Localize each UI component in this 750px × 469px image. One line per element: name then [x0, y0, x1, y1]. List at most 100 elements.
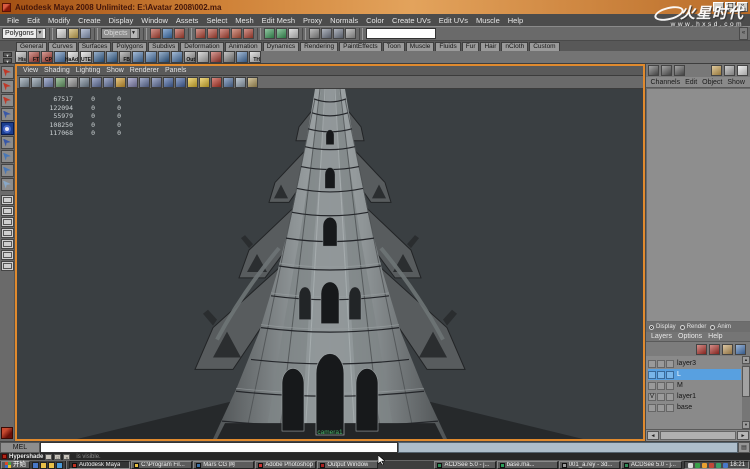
snap-point-icon[interactable] — [219, 28, 230, 39]
textured-icon[interactable] — [187, 77, 198, 88]
history-shelf-icon[interactable]: His — [15, 51, 27, 63]
title-bar[interactable]: Autodesk Maya 2008 Unlimited: E:\Avatar … — [0, 0, 750, 14]
viewport-canvas[interactable]: 6751700 12209400 5597900 10825000 117068… — [17, 89, 643, 439]
snap-curve-icon[interactable] — [207, 28, 218, 39]
volume-tray-icon[interactable] — [688, 463, 693, 468]
fb-shelf-icon[interactable]: FB — [119, 51, 131, 63]
create-layer-from-selected-icon[interactable] — [735, 344, 746, 355]
layer-visibility-checkbox[interactable]: V — [648, 393, 656, 401]
select-component-icon[interactable] — [174, 28, 185, 39]
display-mode-radio[interactable]: Display — [649, 324, 676, 330]
soft-mod-tool[interactable] — [1, 164, 14, 177]
mel-input[interactable] — [40, 442, 398, 453]
shelf-tab[interactable]: Polygons — [112, 42, 147, 51]
task-mars-cg[interactable]: Mars CG 网 — [193, 461, 254, 469]
safe-action-icon[interactable] — [139, 77, 150, 88]
msn-tray-icon[interactable] — [695, 463, 700, 468]
layer-display-type-checkbox[interactable] — [666, 382, 674, 390]
perspective-viewport[interactable]: ViewShadingLightingShowRendererPanels — [15, 64, 645, 441]
menu-item[interactable]: Select — [202, 16, 231, 25]
render-globals-icon[interactable] — [345, 28, 356, 39]
hypershade-panel-icon[interactable] — [1, 427, 13, 439]
layer-playback-checkbox[interactable] — [657, 393, 665, 401]
resolution-gate-icon[interactable] — [103, 77, 114, 88]
layer-row[interactable]: base — [648, 402, 741, 413]
shelf-tab[interactable]: Fur — [462, 42, 480, 51]
divider[interactable] — [94, 28, 98, 40]
channel-box-menu-item[interactable]: Channels — [648, 79, 683, 86]
selection-mask-dropdown[interactable]: Objects ▼ — [101, 28, 140, 39]
layer-playback-checkbox[interactable] — [657, 382, 665, 390]
minimize-button[interactable]: _ — [45, 454, 52, 460]
layer-display-type-checkbox[interactable] — [666, 360, 674, 368]
outputs-operations-icon[interactable] — [276, 28, 287, 39]
shelf-tab[interactable]: Animation — [225, 42, 262, 51]
film-gate-icon[interactable] — [91, 77, 102, 88]
show-manipulator-tool[interactable] — [1, 178, 14, 191]
task-base-ma[interactable]: base.ma... — [497, 461, 558, 469]
layout-persp-graph-button[interactable] — [1, 228, 14, 238]
panel-menu-item[interactable]: Panels — [162, 67, 189, 74]
layer-playback-checkbox[interactable] — [657, 360, 665, 368]
cut-faces-shelf-icon[interactable] — [158, 51, 170, 63]
layer-display-type-checkbox[interactable] — [666, 371, 674, 379]
panel-menu-item[interactable]: Show — [103, 67, 127, 74]
menu-item[interactable]: Modify — [44, 16, 74, 25]
shelf-tab[interactable]: nCloth — [501, 42, 528, 51]
shelf-tab[interactable]: Muscle — [406, 42, 435, 51]
show-channel-box-icon[interactable] — [648, 65, 659, 76]
poly-shelf-icon[interactable] — [210, 51, 222, 63]
gate-mask-icon[interactable] — [115, 77, 126, 88]
blank-shelf-icon[interactable] — [223, 51, 235, 63]
speed-medium-icon[interactable] — [724, 65, 735, 76]
universal-manipulator-tool[interactable] — [1, 150, 14, 163]
layer-row[interactable]: layer3 — [648, 358, 741, 369]
ute-shelf-icon[interactable]: UTE — [80, 51, 92, 63]
bucket-shelf-icon[interactable] — [132, 51, 144, 63]
open-scene-icon[interactable] — [68, 28, 79, 39]
scale-tool[interactable] — [1, 136, 14, 149]
panel-menu-item[interactable]: Renderer — [127, 67, 162, 74]
menuset-dropdown[interactable]: Polygons ▼ — [2, 28, 46, 39]
layer-playback-checkbox[interactable] — [657, 371, 665, 379]
maximize-button[interactable]: 口 — [725, 2, 736, 12]
shelf-tab[interactable]: Custom — [529, 42, 559, 51]
menu-item[interactable]: Proxy — [299, 16, 326, 25]
statusline-collapse-button[interactable]: « — [739, 27, 748, 40]
layout-custom-button[interactable] — [1, 261, 14, 271]
channel-box-menu-item[interactable]: Edit — [683, 79, 700, 86]
layer-menu-item[interactable]: Options — [675, 333, 705, 340]
show-channel-layer-icon[interactable] — [674, 65, 685, 76]
mirror-shelf-icon[interactable] — [93, 51, 105, 63]
smooth-shade-icon[interactable] — [175, 77, 186, 88]
shelf-tab[interactable]: Dynamics — [263, 42, 300, 51]
plugin-shading-icon[interactable] — [247, 77, 258, 88]
layout-hypershade-persp-button[interactable] — [1, 239, 14, 249]
shelf-tab[interactable]: Toon — [383, 42, 405, 51]
layer-display-type-checkbox[interactable] — [666, 393, 674, 401]
task-acdsee-1[interactable]: ACDSee 5.0 - j... — [434, 461, 495, 469]
ie-quicklaunch-icon[interactable] — [56, 462, 63, 469]
menu-item[interactable]: Create UVs — [388, 16, 435, 25]
shelf-tab[interactable]: Deformation — [180, 42, 223, 51]
ime-tray-icon[interactable] — [723, 463, 728, 468]
layout-persp-uv-button[interactable] — [1, 250, 14, 260]
render-current-frame-icon[interactable] — [321, 28, 332, 39]
close-button[interactable]: × — [737, 2, 748, 12]
scrollbar-thumb[interactable] — [742, 366, 750, 397]
folder2-quicklaunch-icon[interactable] — [48, 462, 55, 469]
layout-persp-outliner-button[interactable] — [1, 217, 14, 227]
menu-item[interactable]: Assets — [172, 16, 203, 25]
th-shelf-icon[interactable]: TH — [249, 51, 261, 63]
menu-item[interactable]: Muscle — [472, 16, 504, 25]
select-object-icon[interactable] — [162, 28, 173, 39]
xray-icon[interactable] — [235, 77, 246, 88]
folder-quicklaunch-icon[interactable] — [40, 462, 47, 469]
divider[interactable] — [359, 28, 363, 40]
antivirus-tray-icon[interactable] — [716, 463, 721, 468]
shelf-tab[interactable]: PaintEffects — [339, 42, 382, 51]
divider[interactable] — [302, 28, 306, 40]
hypershade-titlebar[interactable]: Hypershade _ □ × is visible. — [0, 453, 750, 460]
shelf-tab[interactable]: Fluids — [435, 42, 460, 51]
shelf-tab[interactable]: Curves — [48, 42, 77, 51]
